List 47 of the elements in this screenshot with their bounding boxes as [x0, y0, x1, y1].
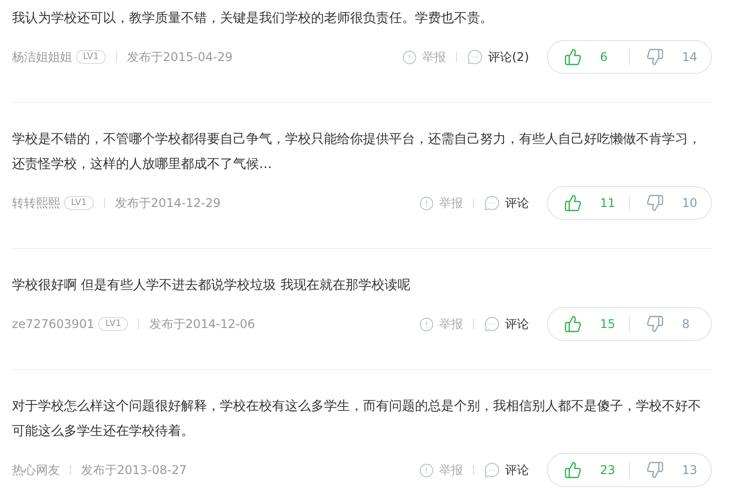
report-icon — [419, 316, 434, 332]
report-icon — [419, 196, 434, 210]
review-text: 学校是不错的，不管哪个学校都得要自己争气，学校只能给你提供平台，还需自己努力，有些人自己好吃懒做不肯学习，还责怪学校，这样的人放哪里都成不了气候… — [12, 131, 702, 174]
author-name: 转转熙熙 — [12, 194, 60, 212]
like-button[interactable]: 23 — [548, 461, 629, 479]
level-badge: LV1 — [76, 50, 106, 64]
thumbs-up-icon — [564, 461, 582, 479]
post-date: 发布于2013-08-27 — [81, 462, 187, 478]
thumbs-down-icon — [646, 194, 664, 212]
thumbs-up-icon — [564, 315, 582, 333]
post-date: 发布于2014-12-29 — [114, 194, 221, 212]
report-icon — [419, 462, 434, 478]
dislike-button[interactable]: 14 — [630, 48, 711, 66]
dislike-button[interactable]: 8 — [630, 315, 711, 333]
report-link[interactable]: 举报 — [402, 48, 446, 66]
report-link[interactable]: 举报 — [419, 462, 463, 478]
author-name: 杨洁姐姐姐 — [12, 48, 72, 66]
thumbs-up-icon — [564, 194, 582, 212]
like-button[interactable]: 11 — [548, 194, 629, 212]
report-link[interactable]: 举报 — [419, 194, 463, 212]
comment-link[interactable]: 评论(2) — [467, 48, 529, 66]
comment-link[interactable]: 评论 — [484, 462, 529, 478]
review-text: 我认为学校还可以，教学质量不错，关键是我们学校的老师很负责任。学费也不贵。 — [12, 10, 494, 28]
dislike-button[interactable]: 10 — [630, 194, 711, 212]
thumbs-down-icon — [646, 461, 664, 479]
comment-link[interactable]: 评论 — [484, 194, 529, 212]
dislike-button[interactable]: 13 — [630, 461, 711, 479]
review-text: 学校很好啊 但是有些人学不进去都说学校垃圾 我现在就在那学校读呢 — [12, 277, 412, 295]
level-badge: LV1 — [64, 196, 94, 210]
thumbs-down-icon — [646, 48, 664, 66]
like-button[interactable]: 15 — [548, 315, 629, 333]
comment-icon — [484, 462, 500, 478]
like-button[interactable]: 6 — [548, 48, 629, 66]
review-text: 对于学校怎么样这个问题很好解释，学校在校有这么多学生，而有问题的总是个别，我相信别人都不是傻子，学校不好不可能这么多学生还在学校待着。 — [12, 398, 702, 441]
comment-icon — [467, 49, 483, 65]
report-icon — [402, 50, 417, 64]
post-date: 发布于2015-04-29 — [126, 48, 233, 66]
comment-link[interactable]: 评论 — [484, 316, 529, 332]
author-name: ze727603901 — [12, 317, 94, 331]
level-badge: LV1 — [98, 317, 128, 331]
thumbs-down-icon — [646, 315, 664, 333]
comment-icon — [484, 316, 500, 332]
report-link[interactable]: 举报 — [419, 316, 463, 332]
author-name: 热心网友 — [12, 462, 60, 478]
comment-icon — [484, 195, 500, 211]
post-date: 发布于2014-12-06 — [149, 316, 256, 332]
thumbs-up-icon — [564, 48, 582, 66]
